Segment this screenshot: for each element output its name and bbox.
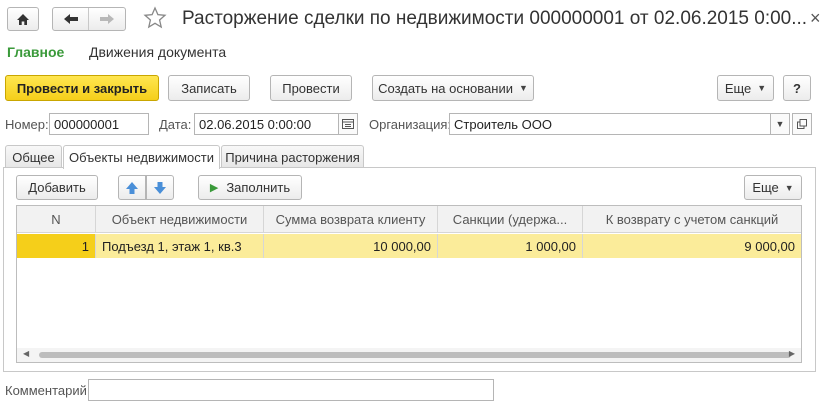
create-based-on-button[interactable]: Создать на основании ▼ <box>372 75 534 101</box>
chevron-down-icon: ▼ <box>775 119 785 129</box>
scroll-left-icon[interactable]: ◀ <box>23 349 29 358</box>
table-more-button[interactable]: Еще ▼ <box>744 175 802 200</box>
column-header-object[interactable]: Объект недвижимости <box>96 206 264 232</box>
column-header-refund-sum[interactable]: Сумма возврата клиенту <box>264 206 438 232</box>
calendar-icon <box>342 119 354 129</box>
close-icon[interactable]: × <box>810 8 821 29</box>
table-more-label: Еще <box>752 180 779 195</box>
tab-termination-reason[interactable]: Причина расторжения <box>221 145 364 168</box>
menu-main[interactable]: Главное <box>7 44 64 60</box>
column-header-refund-with-sanctions[interactable]: К возврату с учетом санкций <box>583 206 801 232</box>
dropdown-caret-icon: ▼ <box>757 83 767 93</box>
organization-dropdown-button[interactable]: ▼ <box>770 113 790 135</box>
organization-label: Организация: <box>369 117 452 132</box>
more-button[interactable]: Еще ▼ <box>717 75 774 101</box>
tab-general[interactable]: Общее <box>5 145 62 168</box>
table-header: N Объект недвижимости Сумма возврата кли… <box>17 206 801 233</box>
arrow-up-icon <box>126 181 138 194</box>
dropdown-caret-icon: ▼ <box>518 83 528 93</box>
scrollbar-thumb[interactable] <box>39 352 791 358</box>
real-estate-table[interactable]: N Объект недвижимости Сумма возврата кли… <box>16 205 802 363</box>
organization-field[interactable]: Строитель ООО <box>449 113 771 135</box>
nav-back-forward-group <box>52 7 126 31</box>
horizontal-scrollbar[interactable]: ◀ ▶ <box>17 348 801 362</box>
organization-open-button[interactable] <box>792 113 812 135</box>
number-label: Номер: <box>5 117 49 132</box>
cell-n[interactable]: 1 <box>17 234 96 258</box>
move-down-button[interactable] <box>146 175 174 200</box>
back-arrow-icon[interactable] <box>53 8 89 30</box>
favorite-star-icon[interactable] <box>143 6 167 33</box>
menu-document-movements[interactable]: Движения документа <box>89 44 226 60</box>
play-icon: ▶ <box>209 182 219 194</box>
home-icon <box>17 13 29 25</box>
fill-label: Заполнить <box>226 180 291 195</box>
table-row[interactable]: 1 Подъезд 1, этаж 1, кв.3 10 000,00 1 00… <box>17 234 801 258</box>
move-up-button[interactable] <box>118 175 146 200</box>
arrow-down-icon <box>154 181 166 194</box>
dropdown-caret-icon: ▼ <box>784 182 794 193</box>
cell-refund-sum[interactable]: 10 000,00 <box>264 234 438 258</box>
more-label: Еще <box>724 80 752 96</box>
cell-object[interactable]: Подъезд 1, этаж 1, кв.3 <box>96 234 264 258</box>
date-label: Дата: <box>159 117 192 132</box>
fill-button[interactable]: ▶ Заполнить <box>198 175 302 200</box>
column-header-n[interactable]: N <box>17 206 96 232</box>
comment-label: Комментарий: <box>5 383 91 398</box>
tab-real-estate-objects[interactable]: Объекты недвижимости <box>63 145 220 169</box>
scroll-right-icon[interactable]: ▶ <box>789 349 795 358</box>
calendar-button[interactable] <box>338 113 358 135</box>
home-button[interactable] <box>7 7 39 31</box>
comment-field[interactable] <box>88 379 494 401</box>
save-button[interactable]: Записать <box>168 75 250 101</box>
cell-sanctions[interactable]: 1 000,00 <box>438 234 583 258</box>
create-based-on-label: Создать на основании <box>378 80 513 96</box>
date-field[interactable]: 02.06.2015 0:00:00 <box>194 113 339 135</box>
help-button[interactable]: ? <box>783 75 811 101</box>
post-button[interactable]: Провести <box>270 75 352 101</box>
add-row-button[interactable]: Добавить <box>16 175 98 200</box>
column-header-sanctions[interactable]: Санкции (удержа... <box>438 206 583 232</box>
page-title: Расторжение сделки по недвижимости 00000… <box>182 8 808 29</box>
post-and-close-button[interactable]: Провести и закрыть <box>5 75 159 101</box>
cell-refund-with-sanctions[interactable]: 9 000,00 <box>583 234 801 258</box>
forward-arrow-icon[interactable] <box>89 8 125 30</box>
number-field[interactable]: 000000001 <box>49 113 149 135</box>
open-window-icon <box>797 119 807 129</box>
